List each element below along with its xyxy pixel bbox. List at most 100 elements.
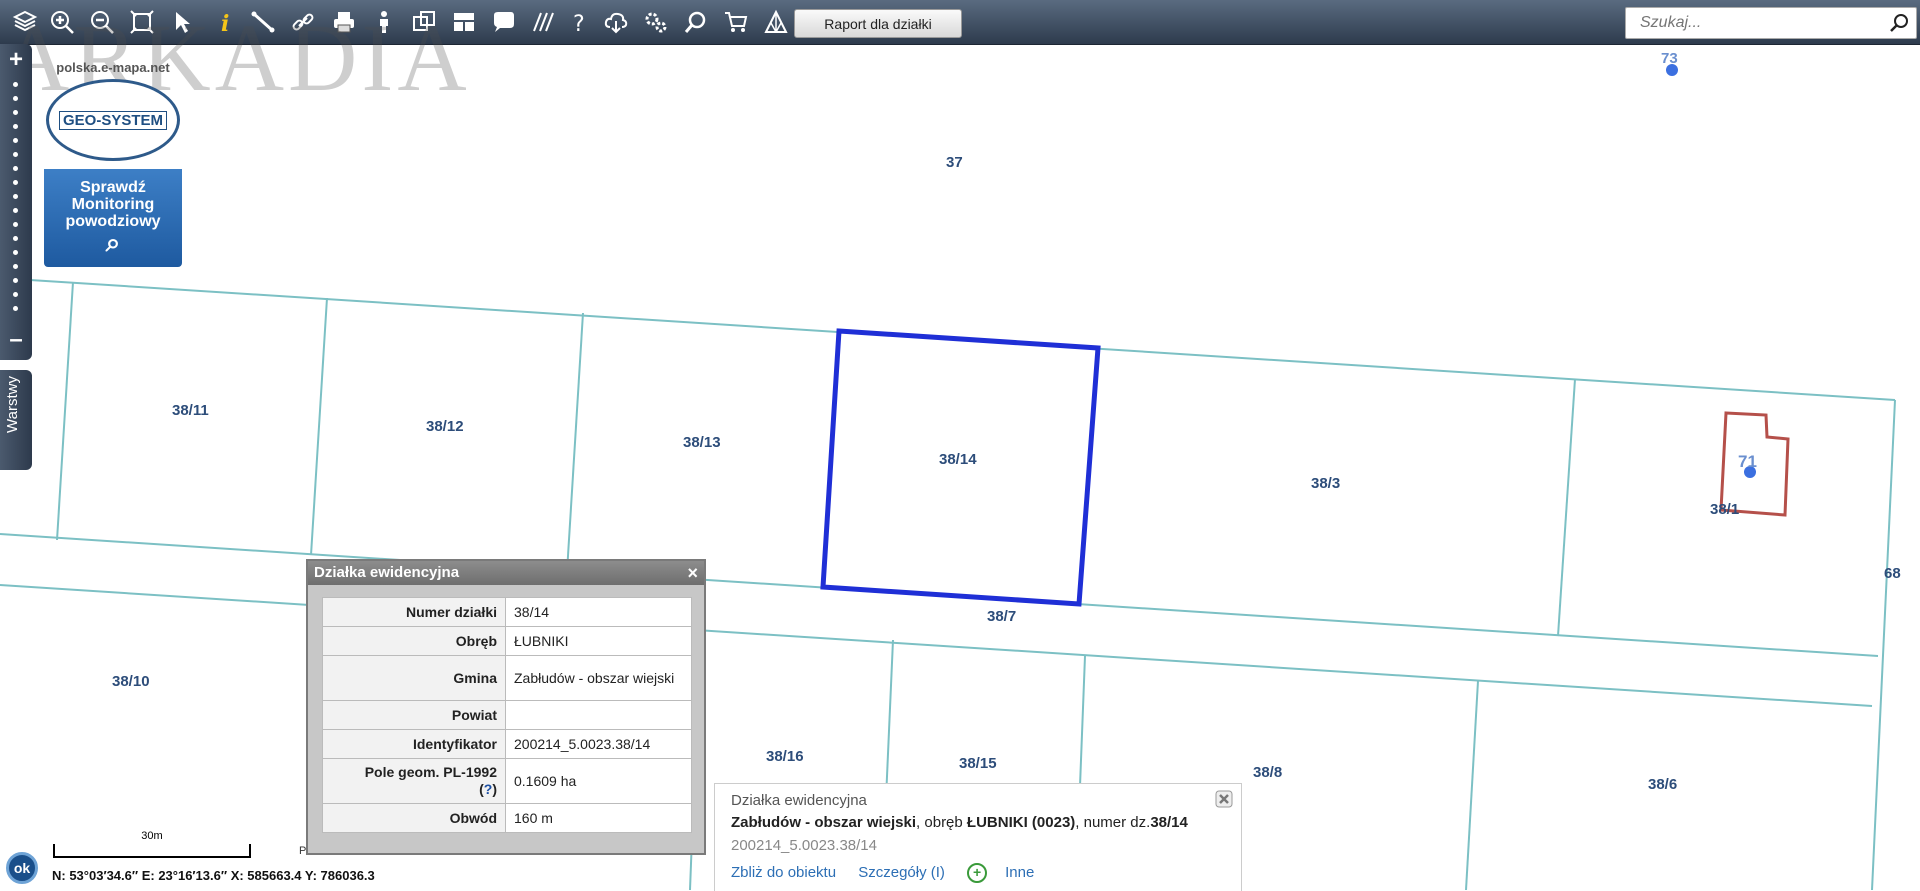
info-icon[interactable]: i — [210, 6, 242, 38]
row-key: Gmina — [322, 655, 506, 701]
scale-label: 30m — [141, 830, 163, 842]
parcel-label-38-11: 38/11 — [172, 402, 209, 419]
parcel-label-38-6: 38/6 — [1648, 776, 1678, 793]
layers-tab[interactable]: Warstwy — [0, 370, 32, 470]
parcel-label-68: 68 — [1884, 565, 1901, 582]
info-identifier: 200214_5.0023.38/14 — [731, 837, 877, 854]
main-toolbar: i ? Raport dla działki — [0, 0, 1920, 45]
close-icon[interactable] — [1215, 790, 1233, 808]
parcel-attributes-table: Numer działki 38/14 Obręb ŁUBNIKI Gmina Zab… — [322, 597, 692, 833]
row-key: Identyfikator — [322, 729, 506, 759]
table-row: Obwód 160 m — [322, 803, 692, 833]
info-gmina: Zabłudów - obszar wiejski — [731, 814, 917, 831]
settings-gear-icon[interactable] — [640, 6, 672, 38]
layout-icon[interactable] — [448, 6, 480, 38]
parcel-label-38-12: 38/12 — [426, 418, 464, 435]
terrain-profile-icon[interactable] — [760, 6, 792, 38]
table-row: Obręb ŁUBNIKI — [322, 626, 692, 656]
row-key: Obwód — [322, 803, 506, 833]
info-obreb: ŁUBNIKI (0023) — [966, 814, 1076, 831]
cloud-download-icon[interactable] — [600, 6, 632, 38]
parcel-report-button[interactable]: Raport dla działki — [794, 9, 962, 38]
search-input[interactable] — [1638, 8, 1882, 38]
close-icon[interactable]: × — [687, 561, 698, 585]
zoom-levels[interactable] — [13, 82, 19, 320]
full-extent-icon[interactable] — [126, 6, 158, 38]
attribution-fragment: P — [299, 845, 307, 857]
zoom-out-icon[interactable] — [86, 6, 118, 38]
info-links: Zbliż do obiektu Szczegóły (I) + Inne — [731, 863, 1052, 883]
row-value: Zabłudów - obszar wiejski — [505, 655, 692, 701]
row-value: 160 m — [505, 803, 692, 833]
table-row: Powiat — [322, 700, 692, 730]
row-value: 38/14 — [505, 597, 692, 627]
parcel-label-38-7: 38/7 — [987, 608, 1017, 625]
parcel-label-38-3: 38/3 — [1311, 475, 1341, 492]
scale-bar: 30m — [53, 830, 251, 858]
info-header: Działka ewidencyjna — [731, 792, 867, 809]
zoom-plus-icon[interactable]: + — [0, 46, 32, 74]
parcel-label-38-1: 38/1 — [1710, 501, 1740, 518]
zoom-in-icon[interactable] — [46, 6, 78, 38]
row-value — [505, 700, 692, 730]
help-icon[interactable]: ? — [564, 6, 596, 38]
zoom-to-object-link[interactable]: Zbliż do obiektu — [731, 864, 836, 881]
comment-icon[interactable] — [488, 6, 520, 38]
add-icon[interactable]: + — [967, 863, 988, 883]
search-box — [1625, 7, 1917, 39]
row-key-text: Pole geom. PL-1992 — [364, 764, 497, 780]
details-link[interactable]: Szczegóły (I) — [858, 864, 945, 881]
help-link[interactable]: ? — [484, 781, 493, 797]
info-numer-text: , numer dz. — [1075, 814, 1151, 831]
row-key: Numer działki — [322, 597, 506, 627]
popup-title: Działka ewidencyjna — [314, 564, 460, 581]
info-numer: 38/14 — [1150, 814, 1188, 831]
print-icon[interactable] — [328, 6, 360, 38]
table-row: Numer działki 38/14 — [322, 597, 692, 627]
ok-button[interactable]: ok — [6, 852, 38, 884]
globe-icon: GEO-SYSTEM — [46, 79, 180, 161]
table-row: Gmina Zabłudów - obszar wiejski — [322, 655, 692, 701]
info-obreb-text: , obręb — [916, 814, 967, 831]
street-view-icon[interactable] — [368, 6, 400, 38]
other-link[interactable]: Inne — [1005, 864, 1034, 881]
row-value: 200214_5.0023.38/14 — [505, 729, 692, 759]
cursor-coordinates: N: 53°03′34.6″ E: 23°16′13.6″ X: 585663.… — [52, 868, 375, 883]
svg-text:i: i — [221, 11, 229, 35]
parcel-label-38-8: 38/8 — [1253, 764, 1283, 781]
popup-header: Działka ewidencyjna × — [308, 561, 704, 585]
layers-stack-icon[interactable] — [9, 6, 41, 38]
parcel-label-37: 37 — [946, 154, 963, 171]
address-label-73: 73 — [1661, 50, 1678, 67]
row-key: Pole geom. PL-1992 (?) — [322, 758, 506, 804]
magnifier-icon: ⌕ — [105, 227, 121, 257]
parcel-label-38-16: 38/16 — [766, 748, 804, 765]
flood-monitoring-banner[interactable]: Sprawdź Monitoring powodziowy ⌕ — [44, 169, 182, 267]
banner-line-2: Monitoring — [71, 196, 155, 213]
brand-name: GEO-SYSTEM — [58, 110, 167, 130]
row-key: Powiat — [322, 700, 506, 730]
geo-system-logo[interactable]: polska.e-mapa.net GEO-SYSTEM Sprawdź Mon… — [44, 60, 182, 268]
layers-tab-label: Warstwy — [4, 376, 21, 433]
parcel-label-38-10: 38/10 — [112, 673, 150, 690]
zoom-slider[interactable]: + – — [0, 44, 32, 360]
table-row: Pole geom. PL-1992 (?) 0.1609 ha — [322, 758, 692, 804]
pointer-icon[interactable] — [166, 6, 198, 38]
parcel-info-popup: Działka ewidencyjna × Numer działki 38/14… — [306, 559, 706, 855]
info-summary: Zabłudów - obszar wiejski, obręb ŁUBNIKI… — [731, 814, 1188, 831]
selection-info-panel: Działka ewidencyjna Zabłudów - obszar wi… — [714, 783, 1242, 891]
hatch-icon[interactable] — [528, 6, 560, 38]
table-row: Identyfikator 200214_5.0023.38/14 — [322, 729, 692, 759]
search-map-icon[interactable] — [680, 6, 712, 38]
search-icon[interactable] — [1888, 12, 1910, 34]
banner-line-1: Sprawdź — [80, 179, 146, 196]
link-icon[interactable] — [287, 6, 319, 38]
parcel-label-38-13: 38/13 — [683, 434, 721, 451]
measure-distance-icon[interactable] — [247, 6, 279, 38]
compare-maps-icon[interactable] — [408, 6, 440, 38]
zoom-minus-icon[interactable]: – — [0, 326, 32, 354]
row-value: ŁUBNIKI — [505, 626, 692, 656]
parcel-label-38-14: 38/14 — [939, 451, 977, 468]
address-label-71: 71 — [1738, 452, 1757, 471]
shopping-cart-icon[interactable] — [720, 6, 752, 38]
